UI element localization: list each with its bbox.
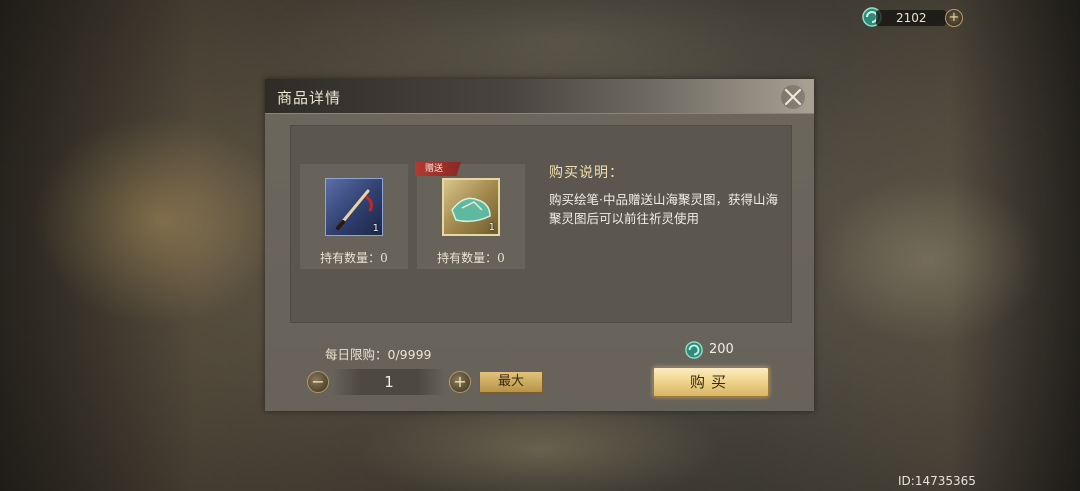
daily-limit-value: 0/9999 (387, 347, 432, 362)
item-count: 1 (372, 223, 379, 234)
quantity-input[interactable]: 1 (332, 369, 446, 395)
dialog-header: 商品详情 (265, 79, 814, 114)
item-count: 1 (488, 222, 495, 233)
decrease-quantity-button[interactable]: − (307, 371, 329, 393)
hold-quantity-label: 持有数量：0 (437, 251, 505, 265)
hold-quantity-label: 持有数量：0 (320, 251, 388, 265)
buy-button[interactable]: 购买 (653, 367, 769, 397)
product-detail-dialog: 商品详情 1 持有数量：0 赠送 1 持有数量：0 购买说明： 购买绘笔·中品赠… (265, 79, 814, 411)
currency-display: 2102 + (862, 7, 963, 29)
max-quantity-button[interactable]: 最大 (479, 371, 543, 393)
daily-limit-label: 每日限购： (325, 347, 388, 362)
purchase-description-title: 购买说明： (549, 165, 624, 181)
item-card-scroll[interactable]: 赠送 1 持有数量：0 (415, 162, 525, 269)
dialog-title: 商品详情 (277, 89, 342, 107)
daily-limit: 每日限购：0/9999 (325, 344, 432, 363)
product-info-panel: 1 持有数量：0 赠送 1 持有数量：0 购买说明： 购买绘笔·中品赠送山海聚灵… (290, 125, 792, 323)
increase-quantity-button[interactable]: + (449, 371, 471, 393)
player-id: ID:14735365 (898, 474, 976, 488)
scroll-map-icon[interactable]: 1 (442, 178, 500, 236)
brush-icon[interactable]: 1 (325, 178, 383, 236)
jade-coin-icon (685, 341, 703, 359)
purchase-description-text: 购买绘笔·中品赠送山海聚灵图，获得山海聚灵图后可以前往祈灵使用 (549, 192, 778, 226)
close-icon[interactable] (780, 84, 806, 110)
item-card-brush[interactable]: 1 持有数量：0 (300, 164, 408, 269)
price-value: 200 (709, 342, 734, 357)
gift-tag: 赠送 (415, 162, 461, 176)
add-currency-button[interactable]: + (945, 9, 963, 27)
currency-value: 2102 (896, 11, 927, 25)
